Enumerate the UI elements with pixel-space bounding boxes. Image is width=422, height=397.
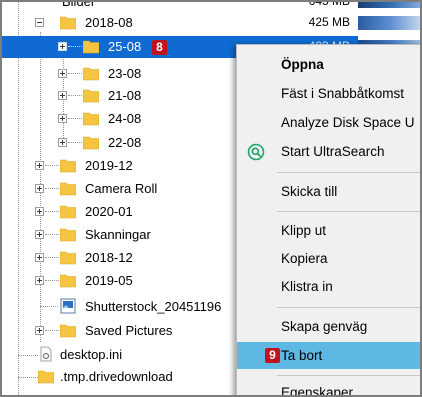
tree-row-2018-08[interactable]: 2018-08 425 MB — [2, 12, 420, 34]
thumbnail-strip — [358, 2, 420, 8]
menu-item-label: Öppna — [281, 57, 324, 72]
menu-item-start-ultrasearch[interactable]: Start UltraSearch — [237, 138, 420, 165]
menu-separator — [277, 375, 420, 376]
menu-item-label: Ta bort — [281, 348, 323, 363]
expand-toggle-icon[interactable] — [35, 207, 44, 216]
menu-separator — [277, 307, 420, 308]
expand-toggle-icon[interactable] — [35, 276, 44, 285]
expand-toggle-icon[interactable] — [58, 138, 67, 147]
folder-icon — [83, 136, 99, 150]
folder-icon — [38, 370, 54, 384]
menu-item-label: Analyze Disk Space U — [281, 115, 415, 130]
tree-item-label: 2020-01 — [85, 204, 133, 219]
thumbnail-strip — [358, 16, 420, 30]
expand-toggle-icon[interactable] — [58, 114, 67, 123]
folder-icon — [60, 324, 76, 338]
menu-item-properties[interactable]: Egenskaper — [237, 379, 420, 397]
tree-line — [68, 73, 82, 74]
tree-item-label: 2019-12 — [85, 158, 133, 173]
menu-item-cut[interactable]: Klipp ut — [237, 217, 420, 244]
tree-line — [45, 330, 59, 331]
menu-item-create-shortcut[interactable]: Skapa genväg — [237, 313, 420, 340]
folder-icon — [83, 67, 99, 81]
folder-size: 425 MB — [308, 15, 350, 29]
tree-item-label: 23-08 — [108, 66, 142, 81]
settings-file-icon — [40, 346, 52, 362]
tree-item-label: Shutterstock_20451196 — [85, 299, 222, 314]
expand-toggle-icon[interactable] — [35, 230, 44, 239]
menu-item-label: Klistra in — [281, 279, 333, 294]
menu-item-open[interactable]: Öppna — [237, 51, 420, 78]
menu-separator — [277, 172, 420, 173]
expand-toggle-icon[interactable] — [58, 42, 67, 51]
folder-icon — [60, 182, 76, 196]
tree-line — [40, 306, 58, 307]
tree-line — [45, 280, 59, 281]
menu-item-label: Fäst i Snabbåtkomst — [281, 86, 405, 101]
tree-line — [68, 118, 82, 119]
menu-item-paste[interactable]: Klistra in — [237, 273, 420, 300]
image-file-icon — [60, 298, 76, 314]
expand-toggle-icon[interactable] — [58, 69, 67, 78]
tree-item-label: Saved Pictures — [85, 323, 173, 338]
collapse-toggle-icon[interactable] — [35, 18, 44, 27]
tree-item-label: Skanningar — [85, 227, 151, 242]
tree-line — [45, 165, 59, 166]
tree-item-label: 2018-08 — [85, 15, 133, 30]
folder-size: 645 MB — [308, 0, 350, 8]
expand-toggle-icon[interactable] — [58, 91, 67, 100]
menu-item-label: Kopiera — [281, 251, 328, 266]
tree-line — [68, 46, 82, 47]
tree-item-label: .tmp.drivedownload — [60, 369, 173, 384]
menu-item-copy[interactable]: Kopiera — [237, 245, 420, 272]
tree-item-label: 22-08 — [108, 135, 142, 150]
folder-icon — [60, 16, 76, 30]
menu-item-label: Skicka till — [281, 184, 338, 199]
folder-icon — [83, 89, 99, 103]
expand-toggle-icon[interactable] — [35, 184, 44, 193]
menu-item-send-to[interactable]: Skicka till — [237, 178, 420, 205]
folder-icon — [83, 112, 99, 126]
menu-item-label: Skapa genväg — [281, 319, 368, 334]
folder-icon — [60, 159, 76, 173]
menu-item-label: Egenskaper — [281, 385, 354, 397]
tree-line — [45, 188, 59, 189]
tree-item-label: 24-08 — [108, 111, 142, 126]
expand-toggle-icon[interactable] — [35, 326, 44, 335]
folder-icon — [60, 274, 76, 288]
callout-badge: 8 — [152, 40, 167, 55]
tree-line — [68, 142, 82, 143]
tree-line — [45, 257, 59, 258]
menu-item-delete[interactable]: 9 Ta bort — [237, 342, 420, 369]
menu-item-analyze-disk-space[interactable]: Analyze Disk Space U — [237, 109, 420, 136]
menu-item-label: Start UltraSearch — [281, 144, 385, 159]
callout-badge: 9 — [265, 348, 280, 363]
folder-icon — [60, 205, 76, 219]
folder-icon — [83, 40, 99, 54]
tree-item-label: desktop.ini — [60, 347, 123, 362]
menu-item-pin-quick-access[interactable]: Fäst i Snabbåtkomst — [237, 80, 420, 107]
folder-icon — [60, 251, 76, 265]
tree-item-label: 21-08 — [108, 88, 142, 103]
tree-line — [68, 95, 82, 96]
tree-line — [45, 234, 59, 235]
tree-line — [45, 211, 59, 212]
explorer-window: Bilder 645 MB 2018-08 425 MB 25-08 8 403… — [0, 0, 422, 397]
tree-item-label: Bilder — [62, 0, 96, 9]
menu-separator — [277, 211, 420, 212]
tree-item-label: 25-08 — [108, 39, 142, 54]
folder-icon — [60, 228, 76, 242]
tree-item-label: 2019-05 — [85, 273, 133, 288]
tree-item-label: 2018-12 — [85, 250, 133, 265]
tree-item-label: Camera Roll — [85, 181, 158, 196]
ultrasearch-icon — [247, 143, 265, 161]
context-menu: Öppna Fäst i Snabbåtkomst Analyze Disk S… — [236, 44, 420, 397]
expand-toggle-icon[interactable] — [35, 253, 44, 262]
expand-toggle-icon[interactable] — [35, 161, 44, 170]
menu-item-label: Klipp ut — [281, 223, 327, 238]
